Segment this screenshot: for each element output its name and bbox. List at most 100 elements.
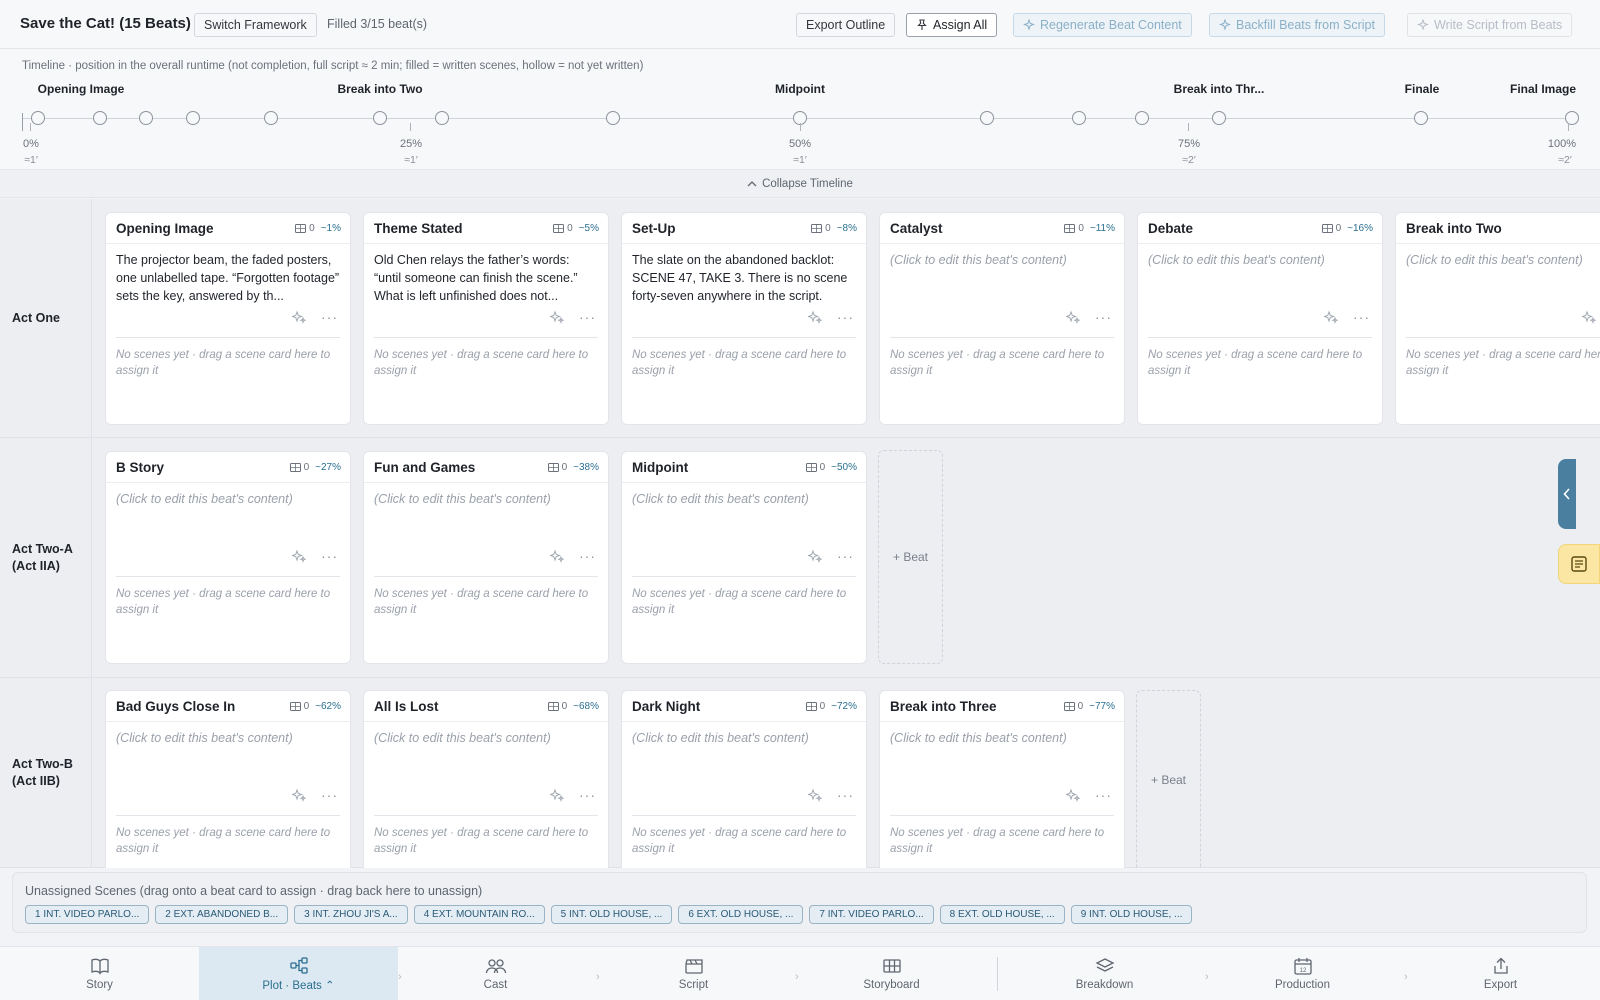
unassigned-scenes-tray[interactable]: Unassigned Scenes (drag onto a beat card… — [12, 872, 1587, 933]
sparkle-icon[interactable] — [550, 310, 564, 324]
beat-node[interactable] — [1414, 111, 1428, 125]
more-icon[interactable]: ··· — [321, 309, 338, 325]
beat-content[interactable]: (Click to edit this beat's content) — [632, 490, 856, 544]
write-script-button[interactable]: Write Script from Beats — [1407, 13, 1573, 37]
beat-content[interactable]: Old Chen relays the father’s words: “unt… — [374, 251, 598, 305]
no-scenes-hint: No scenes yet · drag a scene card here t… — [1148, 349, 1363, 377]
beat-content[interactable]: The projector beam, the faded posters, o… — [116, 251, 340, 305]
scene-count-icon — [295, 224, 307, 233]
sparkle-icon[interactable] — [808, 549, 822, 563]
sparkle-icon[interactable] — [1582, 310, 1596, 324]
beat-content[interactable]: (Click to edit this beat's content) — [890, 251, 1114, 305]
beat-card[interactable]: All Is Lost 0 ~68% (Click to edit this beat… — [363, 690, 609, 868]
scene-chip[interactable]: 6 EXT. OLD HOUSE, ... — [678, 905, 804, 924]
switch-framework-button[interactable]: Switch Framework — [194, 13, 317, 37]
nav-storyboard[interactable]: Storyboard — [792, 947, 991, 1000]
beat-content[interactable]: (Click to edit this beat's content) — [116, 729, 340, 783]
sparkle-icon[interactable] — [550, 788, 564, 802]
beat-card[interactable]: Opening Image 0 ~1% The projector beam, the… — [105, 212, 351, 425]
nav-production[interactable]: 12 Production — [1203, 947, 1402, 1000]
more-icon[interactable]: ··· — [837, 309, 854, 325]
nav-export[interactable]: Export — [1401, 947, 1600, 1000]
beat-node[interactable] — [1212, 111, 1226, 125]
beat-card[interactable]: Midpoint 0 ~50% (Click to edit this beat's … — [621, 451, 867, 664]
sparkle-icon[interactable] — [292, 310, 306, 324]
beat-meta: 0 ~68% — [547, 701, 599, 712]
scene-chip[interactable]: 2 EXT. ABANDONED B... — [155, 905, 289, 924]
backfill-beats-button[interactable]: Backfill Beats from Script — [1209, 13, 1385, 37]
notes-tab[interactable] — [1558, 544, 1600, 584]
sparkle-icon[interactable] — [1066, 788, 1080, 802]
sparkle-icon[interactable] — [292, 549, 306, 563]
scene-chip[interactable]: 1 INT. VIDEO PARLO... — [25, 905, 150, 924]
add-beat-button[interactable]: + Beat — [1136, 690, 1201, 868]
collapse-timeline-button[interactable]: Collapse Timeline — [0, 170, 1600, 198]
more-icon[interactable]: ··· — [579, 309, 596, 325]
scene-chip[interactable]: 5 INT. OLD HOUSE, ... — [550, 905, 673, 924]
beat-card[interactable]: Set-Up 0 ~8% The slate on the abandoned bac… — [621, 212, 867, 425]
timeline-percent: 75% — [1177, 138, 1201, 150]
beat-title: Break into Two — [1406, 221, 1502, 236]
more-icon[interactable]: ··· — [1095, 787, 1112, 803]
assign-all-button[interactable]: Assign All — [906, 13, 998, 37]
beat-content[interactable]: (Click to edit this beat's content) — [1406, 251, 1600, 305]
sparkle-icon[interactable] — [808, 788, 822, 802]
beat-node[interactable] — [1072, 111, 1086, 125]
nav-breakdown[interactable]: Breakdown — [1005, 947, 1204, 1000]
beat-card[interactable]: Dark Night 0 ~72% (Click to edit this beat'… — [621, 690, 867, 868]
more-icon[interactable]: ··· — [837, 548, 854, 564]
scene-chip[interactable]: 3 INT. ZHOU JI'S A... — [294, 905, 408, 924]
nav-cast[interactable]: Cast — [396, 947, 595, 1000]
more-icon[interactable]: ··· — [321, 787, 338, 803]
beat-actions: ··· — [550, 787, 596, 803]
beat-node[interactable] — [435, 111, 449, 125]
sparkle-icon[interactable] — [1066, 310, 1080, 324]
beat-card[interactable]: Break into Three 0 ~77% (Click to edit this… — [879, 690, 1125, 868]
beat-card[interactable]: B Story 0 ~27% (Click to edit this beat's c… — [105, 451, 351, 664]
sparkle-icon[interactable] — [550, 549, 564, 563]
sparkle-icon[interactable] — [808, 310, 822, 324]
scene-count-icon — [811, 224, 823, 233]
scene-chip[interactable]: 7 INT. VIDEO PARLO... — [809, 905, 934, 924]
beat-node[interactable] — [264, 111, 278, 125]
beat-card[interactable]: Break into Two0 (Click to edit this beat'… — [1395, 212, 1600, 425]
beat-card[interactable]: Catalyst 0 ~11% (Click to edit this beat's … — [879, 212, 1125, 425]
more-icon[interactable]: ··· — [579, 548, 596, 564]
more-icon[interactable]: ··· — [1353, 309, 1370, 325]
beat-content[interactable]: The slate on the abandoned backlot: SCEN… — [632, 251, 856, 305]
beat-card[interactable]: Debate 0 ~16% (Click to edit this beat's co… — [1137, 212, 1383, 425]
export-outline-button[interactable]: Export Outline — [796, 13, 896, 37]
beat-node[interactable] — [373, 111, 387, 125]
more-icon[interactable]: ··· — [1095, 309, 1112, 325]
beat-content[interactable]: (Click to edit this beat's content) — [1148, 251, 1372, 305]
nav-script[interactable]: Script — [594, 947, 793, 1000]
beat-content[interactable]: (Click to edit this beat's content) — [374, 490, 598, 544]
more-icon[interactable]: ··· — [579, 787, 596, 803]
scene-chip[interactable]: 4 EXT. MOUNTAIN RO... — [413, 905, 545, 924]
beat-node[interactable] — [1135, 111, 1149, 125]
beat-node[interactable] — [186, 111, 200, 125]
more-icon[interactable]: ··· — [321, 548, 338, 564]
beat-content[interactable]: (Click to edit this beat's content) — [374, 729, 598, 783]
beat-content[interactable]: (Click to edit this beat's content) — [632, 729, 856, 783]
beat-content[interactable]: (Click to edit this beat's content) — [890, 729, 1114, 783]
beat-card[interactable]: Fun and Games 0 ~38% (Click to edit this be… — [363, 451, 609, 664]
sparkle-icon[interactable] — [292, 788, 306, 802]
nav-plot-beats[interactable]: Plot · Beats ⌃ — [199, 947, 398, 1000]
sparkle-icon[interactable] — [1324, 310, 1338, 324]
scene-chip[interactable]: 9 INT. OLD HOUSE, ... — [1070, 905, 1193, 924]
nav-story[interactable]: Story — [0, 947, 199, 1000]
more-icon[interactable]: ··· — [837, 787, 854, 803]
beat-node[interactable] — [31, 111, 45, 125]
beat-card[interactable]: Theme Stated 0 ~5% Old Chen relays the fath… — [363, 212, 609, 425]
panel-toggle-tab[interactable] — [1558, 459, 1576, 529]
regenerate-beat-content-button[interactable]: Regenerate Beat Content — [1013, 13, 1192, 37]
beat-card[interactable]: Bad Guys Close In 0 ~62% (Click to edit thi… — [105, 690, 351, 868]
beat-node[interactable] — [980, 111, 994, 125]
add-beat-button[interactable]: + Beat — [878, 450, 943, 664]
beat-node[interactable] — [93, 111, 107, 125]
scene-chip[interactable]: 8 EXT. OLD HOUSE, ... — [939, 905, 1065, 924]
beat-content[interactable]: (Click to edit this beat's content) — [116, 490, 340, 544]
beat-node[interactable] — [606, 111, 620, 125]
beat-node[interactable] — [139, 111, 153, 125]
